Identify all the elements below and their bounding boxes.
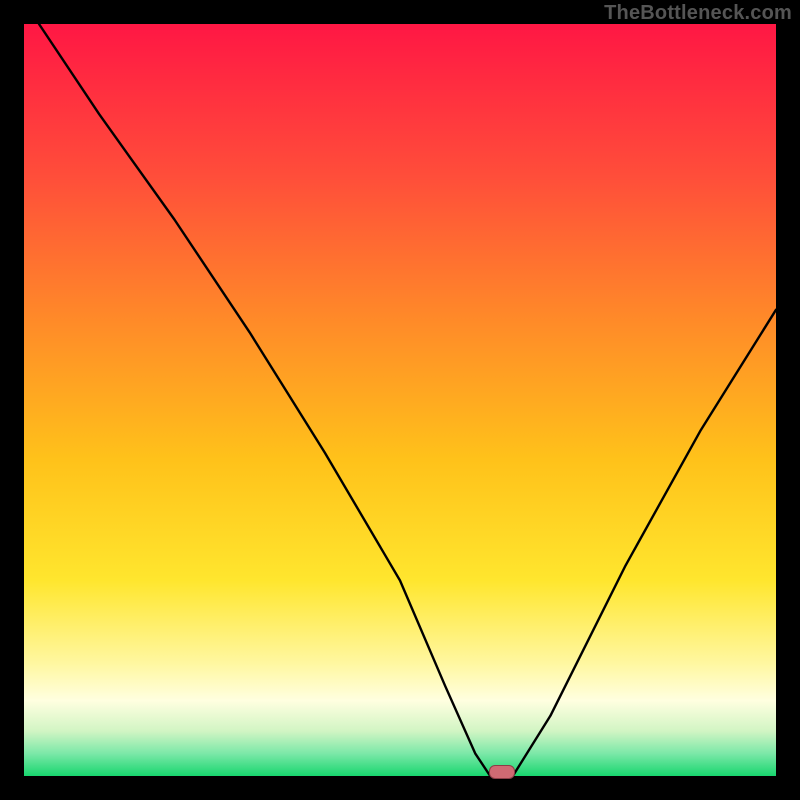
watermark-text: TheBottleneck.com [604, 2, 792, 25]
minimum-marker [489, 765, 515, 779]
gradient-background [24, 24, 776, 776]
chart-frame: TheBottleneck.com [0, 0, 800, 800]
plot-area [24, 24, 776, 776]
